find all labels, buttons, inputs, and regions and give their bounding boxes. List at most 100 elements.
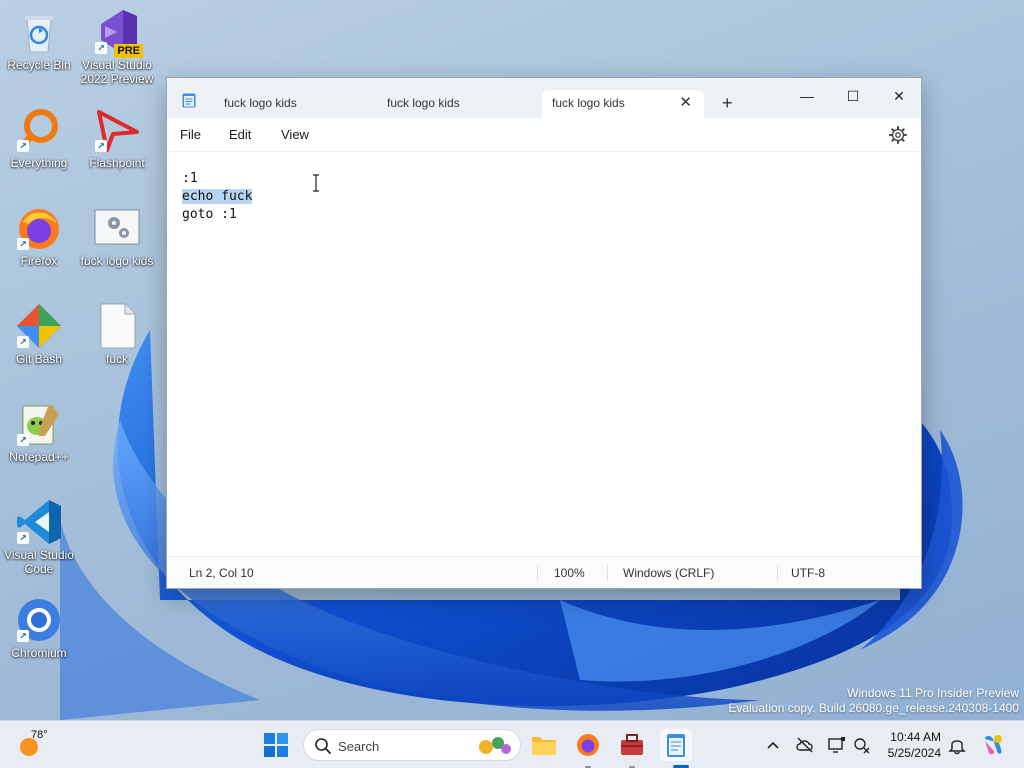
desktop-icon-label: Firefox — [20, 254, 58, 268]
menu-edit[interactable]: Edit — [229, 127, 251, 142]
editor-line: :1 — [182, 171, 198, 186]
taskbar-toolbox[interactable] — [616, 729, 648, 761]
desktop-icon-label: fuck logo kids — [80, 254, 154, 268]
taskbar-notepad[interactable] — [660, 729, 692, 761]
desktop-icon-everything[interactable]: ↗ Everything — [0, 106, 78, 170]
cloud-offline-icon[interactable] — [795, 735, 815, 755]
encoding[interactable]: UTF-8 — [791, 566, 825, 580]
maximize-button[interactable]: ☐ — [830, 82, 876, 110]
start-button[interactable] — [260, 729, 292, 761]
desktop-icon-visual-studio-preview[interactable]: PRE ↗ Visual Studio 2022 Preview — [78, 8, 156, 86]
menu-view[interactable]: View — [281, 127, 309, 142]
flashpoint-icon: ↗ — [93, 106, 141, 154]
tab-3-active[interactable]: fuck logo kids ✕ — [542, 90, 704, 118]
editor-line-selected: echo fuck — [182, 188, 921, 206]
desktop-icon-label: fuck — [105, 352, 128, 366]
close-window-button[interactable]: ✕ — [876, 82, 922, 110]
title-bar[interactable]: fuck logo kids fuck logo kids fuck logo … — [167, 78, 921, 118]
desktop-icon-label: Visual Studio 2022 Preview — [80, 58, 154, 86]
firefox-icon — [577, 734, 599, 756]
status-divider — [777, 565, 778, 581]
git-bash-icon: ↗ — [15, 302, 63, 350]
notification-bell-icon[interactable] — [947, 735, 967, 755]
shortcut-arrow-icon: ↗ — [17, 238, 29, 250]
windows-logo-icon — [264, 733, 288, 757]
desktop-icon-label: Chromium — [11, 646, 67, 660]
line-ending[interactable]: Windows (CRLF) — [623, 566, 714, 580]
network-icon[interactable] — [852, 735, 872, 755]
menu-bar: File Edit View — [167, 118, 921, 152]
toolbox-icon — [621, 734, 643, 755]
display-icon[interactable] — [827, 735, 847, 755]
desktop-icon-git-bash[interactable]: ↗ Git Bash — [0, 302, 78, 366]
taskbar-file-explorer[interactable] — [528, 729, 560, 761]
recycle-bin-icon — [15, 8, 63, 56]
desktop-icon-notepad-plus-plus[interactable]: ↗ Notepad++ — [0, 400, 78, 464]
desktop-icon-batch-file[interactable]: fuck logo kids — [78, 204, 156, 268]
editor-line: goto :1 — [182, 207, 237, 222]
desktop-icon-label: Git Bash — [15, 352, 63, 366]
cursor-position: Ln 2, Col 10 — [189, 566, 254, 580]
menu-file[interactable]: File — [180, 127, 201, 142]
clock-time: 10:44 AM — [890, 730, 941, 744]
chromium-icon: ↗ — [15, 596, 63, 644]
shortcut-arrow-icon: ↗ — [17, 434, 29, 446]
close-tab-icon[interactable]: ✕ — [679, 90, 692, 116]
tab-label: fuck logo kids — [224, 96, 297, 110]
notepad-app-icon — [182, 93, 196, 108]
firefox-icon: ↗ — [15, 204, 63, 252]
text-cursor-icon — [313, 174, 319, 192]
desktop-icon-flashpoint[interactable]: ↗ Flashpoint — [78, 106, 156, 170]
notepad-plus-plus-icon: ↗ — [15, 400, 63, 448]
zoom-level[interactable]: 100% — [554, 566, 585, 580]
gear-icon[interactable] — [889, 126, 907, 144]
vscode-icon: ↗ — [15, 498, 63, 546]
batch-file-icon — [93, 204, 141, 252]
preview-badge: PRE — [114, 44, 143, 58]
desktop-icon-label: Visual Studio Code — [4, 548, 74, 576]
blank-file-icon — [93, 302, 141, 350]
search-highlight-icon — [479, 737, 511, 754]
shortcut-arrow-icon: ↗ — [17, 140, 29, 152]
new-tab-button[interactable]: + — [722, 92, 733, 114]
desktop-icon-text-file[interactable]: fuck — [78, 302, 156, 366]
tab-1[interactable]: fuck logo kids — [214, 90, 374, 118]
selection-highlight: echo fuck — [182, 189, 253, 204]
tab-label: fuck logo kids — [552, 96, 625, 110]
chevron-up-icon[interactable] — [763, 735, 783, 755]
tab-2[interactable]: fuck logo kids — [377, 90, 537, 118]
status-bar: Ln 2, Col 10 100% Windows (CRLF) UTF-8 — [167, 556, 921, 588]
clock-date: 5/25/2024 — [887, 746, 941, 760]
shortcut-arrow-icon: ↗ — [95, 140, 107, 152]
system-clock[interactable]: 10:44 AM 5/25/2024 — [888, 729, 941, 761]
folder-icon — [532, 737, 556, 755]
taskbar-firefox[interactable] — [572, 729, 604, 761]
search-input[interactable]: Search — [303, 729, 521, 761]
desktop-icon-label: Flashpoint — [89, 156, 145, 170]
search-icon — [315, 738, 331, 754]
tab-label: fuck logo kids — [387, 96, 460, 110]
shortcut-arrow-icon: ↗ — [17, 532, 29, 544]
status-divider — [607, 565, 608, 581]
desktop-icon-chromium[interactable]: ↗ Chromium — [0, 596, 78, 660]
desktop-icon-label: Everything — [10, 156, 68, 170]
minimize-button[interactable]: — — [784, 82, 830, 110]
copilot-icon[interactable] — [981, 733, 1005, 757]
notepad-window[interactable]: fuck logo kids fuck logo kids fuck logo … — [166, 77, 922, 589]
search-placeholder: Search — [338, 739, 380, 754]
status-divider — [537, 565, 538, 581]
shortcut-arrow-icon: ↗ — [95, 42, 107, 54]
weather-temperature: 78° — [31, 729, 48, 741]
text-editor[interactable]: :1 echo fuck goto :1 — [167, 152, 921, 558]
insider-watermark: Windows 11 Pro Insider Preview Evaluatio… — [728, 686, 1019, 715]
desktop-icon-recycle-bin[interactable]: Recycle Bin — [0, 8, 78, 72]
shortcut-arrow-icon: ↗ — [17, 336, 29, 348]
magnifier-icon: ↗ — [15, 106, 63, 154]
notepad-icon — [667, 734, 685, 757]
desktop-icon-firefox[interactable]: ↗ Firefox — [0, 204, 78, 268]
shortcut-arrow-icon: ↗ — [17, 630, 29, 642]
desktop-icon-label: Recycle Bin — [7, 58, 71, 72]
desktop-icon-vscode[interactable]: ↗ Visual Studio Code — [0, 498, 78, 576]
taskbar: 78° Search 10:44 AM 5/25/2024 — [0, 720, 1024, 768]
desktop-icon-label: Notepad++ — [9, 450, 69, 464]
